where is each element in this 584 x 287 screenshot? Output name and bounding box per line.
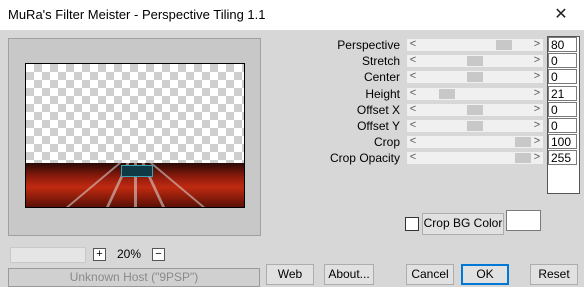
param-slider[interactable]: < > <box>407 69 543 83</box>
param-slider[interactable]: < > <box>407 53 543 67</box>
chevron-left-icon[interactable]: < <box>407 53 419 67</box>
chevron-left-icon[interactable]: < <box>407 150 419 164</box>
param-value-input[interactable]: 0 <box>548 69 577 84</box>
param-value-input[interactable]: 100 <box>548 134 577 149</box>
param-slider[interactable]: < > <box>407 86 543 100</box>
param-value-input[interactable]: 0 <box>548 53 577 68</box>
param-value-input[interactable]: 0 <box>548 102 577 117</box>
ok-button[interactable]: OK <box>461 264 509 285</box>
zoom-level: 20% <box>117 247 142 261</box>
dialog-body: + 20% − Unknown Host ("9PSP") Web About.… <box>0 30 584 287</box>
floor-stripe <box>66 163 122 207</box>
param-slider[interactable]: < > <box>407 102 543 116</box>
chevron-left-icon[interactable]: < <box>407 118 419 132</box>
floor-stripe <box>149 163 205 207</box>
param-label: Crop <box>373 135 400 149</box>
slider-thumb[interactable] <box>467 56 483 66</box>
floor-center-tile <box>121 165 153 177</box>
slider-thumb[interactable] <box>467 121 483 131</box>
slider-thumb[interactable] <box>496 40 512 50</box>
chevron-left-icon[interactable]: < <box>407 102 419 116</box>
preview-panel <box>8 38 261 236</box>
slider-thumb[interactable] <box>515 153 531 163</box>
title-bar: MuRa's Filter Meister - Perspective Tili… <box>0 0 584 30</box>
chevron-right-icon[interactable]: > <box>531 118 543 132</box>
slider-thumb[interactable] <box>439 89 455 99</box>
preview-floor <box>26 163 244 207</box>
param-value-input[interactable]: 21 <box>548 86 577 101</box>
crop-bg-color-swatch[interactable] <box>506 210 541 231</box>
zoom-in-button[interactable]: + <box>93 248 106 261</box>
slider-thumb[interactable] <box>467 105 483 115</box>
crop-bg-checkbox[interactable] <box>405 217 419 231</box>
param-label: Perspective <box>337 38 400 52</box>
slider-thumb[interactable] <box>515 137 531 147</box>
zoom-out-button[interactable]: − <box>152 248 165 261</box>
window-title: MuRa's Filter Meister - Perspective Tili… <box>8 7 266 22</box>
chevron-left-icon[interactable]: < <box>407 69 419 83</box>
about-button[interactable]: About... <box>324 264 374 285</box>
chevron-right-icon[interactable]: > <box>531 37 543 51</box>
param-label: Height <box>365 87 400 101</box>
param-slider[interactable]: < > <box>407 150 543 164</box>
chevron-left-icon[interactable]: < <box>407 86 419 100</box>
param-label: Stretch <box>361 54 400 68</box>
web-button[interactable]: Web <box>266 264 314 285</box>
zoom-track[interactable] <box>10 247 86 263</box>
chevron-right-icon[interactable]: > <box>531 69 543 83</box>
cancel-button[interactable]: Cancel <box>406 264 454 285</box>
chevron-right-icon[interactable]: > <box>531 150 543 164</box>
chevron-right-icon[interactable]: > <box>531 53 543 67</box>
chevron-right-icon[interactable]: > <box>531 102 543 116</box>
chevron-right-icon[interactable]: > <box>531 86 543 100</box>
crop-bg-color-button[interactable]: Crop BG Color <box>422 213 504 235</box>
param-slider[interactable]: < > <box>407 134 543 148</box>
param-label: Offset X <box>356 103 400 117</box>
param-label: Crop Opacity <box>329 151 400 165</box>
param-value-input[interactable]: 255 <box>548 150 577 165</box>
chevron-left-icon[interactable]: < <box>407 37 419 51</box>
close-icon[interactable]: ✕ <box>544 2 578 28</box>
chevron-right-icon[interactable]: > <box>531 134 543 148</box>
param-value-input[interactable]: 80 <box>548 37 577 52</box>
preview-image[interactable] <box>25 63 245 208</box>
param-value-input[interactable]: 0 <box>548 118 577 133</box>
param-label: Offset Y <box>357 119 400 133</box>
slider-thumb[interactable] <box>467 72 483 82</box>
status-bar: Unknown Host ("9PSP") <box>8 268 260 287</box>
param-slider[interactable]: < > <box>407 118 543 132</box>
param-slider[interactable]: < > <box>407 37 543 51</box>
param-label: Center <box>363 70 400 84</box>
chevron-left-icon[interactable]: < <box>407 134 419 148</box>
reset-button[interactable]: Reset <box>530 264 578 285</box>
